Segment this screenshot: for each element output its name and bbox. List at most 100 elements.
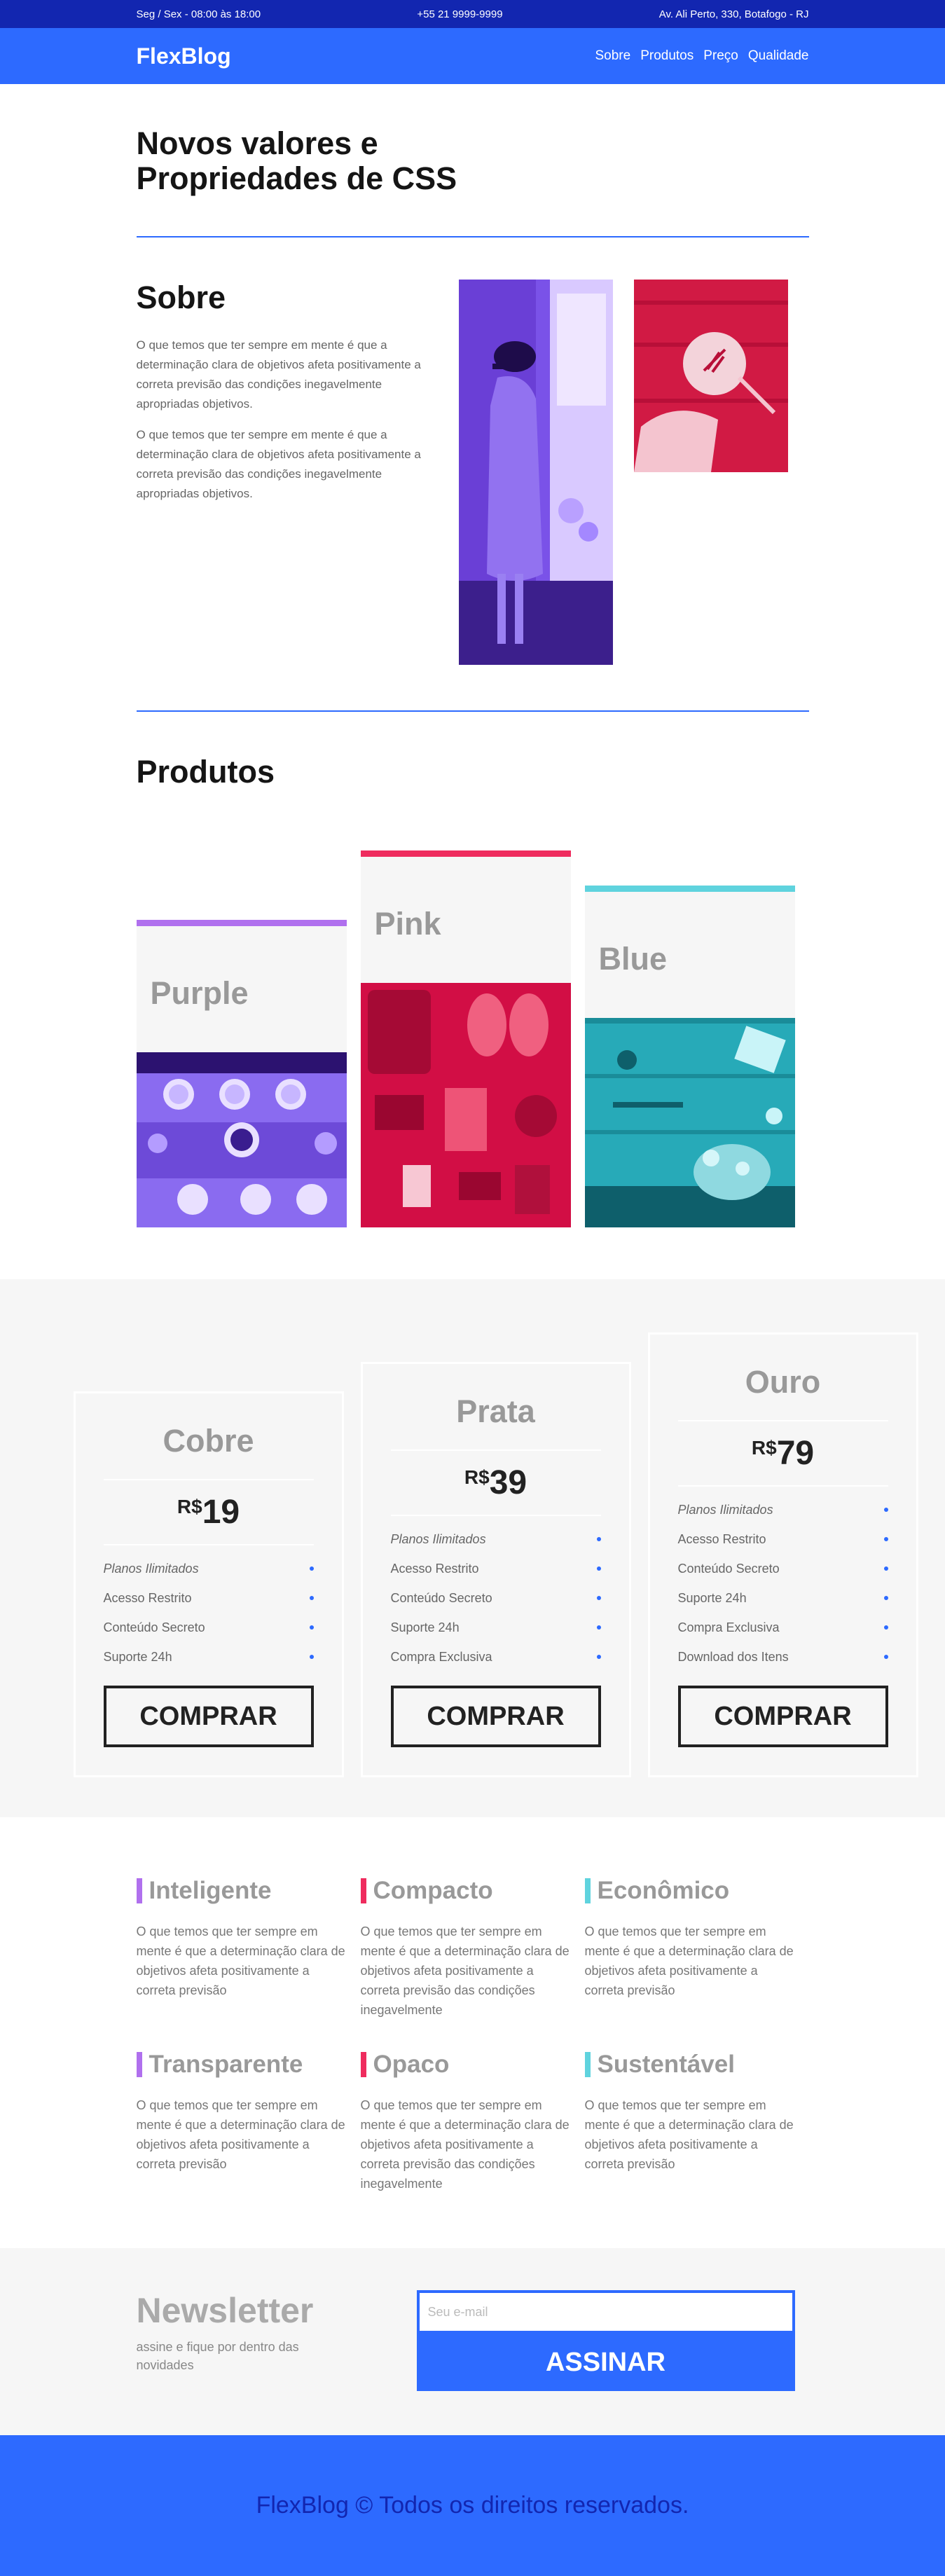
business-hours: Seg / Sex - 08:00 às 18:00 (136, 8, 261, 20)
bullet-icon (596, 1596, 601, 1600)
phone-number: +55 21 9999-9999 (417, 8, 503, 20)
feature-title: Opaco (360, 2051, 571, 2079)
plan-feature: Compra Exclusiva (678, 1613, 888, 1642)
plan-feature: Planos Ilimitados (104, 1554, 314, 1583)
nav-link-qualidade[interactable]: Qualidade (748, 48, 809, 64)
feature-mark (136, 1878, 142, 1903)
plan-name: Prata (390, 1364, 601, 1451)
about-section: Sobre O que temos que ter sempre em ment… (137, 237, 809, 710)
currency-symbol: R$ (751, 1437, 777, 1459)
newsletter-title: Newsletter (136, 2291, 314, 2330)
product-card-purple[interactable]: Purple (136, 920, 347, 1227)
site-footer: FlexBlog © Todos os direitos reservados. (0, 2435, 945, 2576)
plan-feature-list: Planos Ilimitados Acesso Restrito Conteú… (678, 1487, 888, 1672)
table-setting-photo (136, 1052, 347, 1227)
plan-feature: Planos Ilimitados (391, 1524, 601, 1554)
desk-flowers-photo (584, 1018, 795, 1227)
plan-feature: Suporte 24h (104, 1642, 314, 1672)
plan-feature: Acesso Restrito (104, 1583, 314, 1613)
bullet-icon (883, 1596, 888, 1600)
plan-price: R$79 (677, 1421, 888, 1487)
top-info-bar: Seg / Sex - 08:00 às 18:00 +55 21 9999-9… (0, 0, 945, 28)
plan-feature: Acesso Restrito (678, 1524, 888, 1554)
bullet-icon (596, 1537, 601, 1541)
about-paragraph: O que temos que ter sempre em mente é qu… (136, 428, 421, 500)
plan-name: Ouro (677, 1335, 888, 1421)
plan-feature: Planos Ilimitados (678, 1495, 888, 1524)
feature-item: Sustentável O que temos que ter sempre e… (584, 2051, 795, 2174)
buy-button-ouro[interactable]: COMPRAR (677, 1686, 888, 1747)
feature-item: Econômico O que temos que ter sempre em … (584, 1877, 795, 2000)
feature-mark (360, 2052, 366, 2077)
product-color-bar (360, 850, 571, 857)
feature-text: O que temos que ter sempre em mente é qu… (136, 1924, 345, 1997)
price-value: 19 (202, 1494, 240, 1531)
bullet-icon (596, 1625, 601, 1630)
plan-feature: Conteúdo Secreto (391, 1583, 601, 1613)
nav-link-sobre[interactable]: Sobre (595, 48, 630, 64)
feature-item: Compacto O que temos que ter sempre em m… (360, 1877, 571, 2020)
product-name: Blue (598, 941, 668, 977)
plan-feature: Suporte 24h (678, 1583, 888, 1613)
feature-mark (136, 2052, 142, 2077)
site-logo[interactable]: FlexBlog (137, 43, 231, 69)
plan-feature-list: Planos Ilimitados Acesso Restrito Conteú… (391, 1516, 601, 1672)
feature-title: Compacto (360, 1877, 571, 1905)
feature-text: O que temos que ter sempre em mente é qu… (136, 2098, 345, 2171)
plan-card-cobre: Cobre R$19 Planos Ilimitados Acesso Rest… (73, 1391, 344, 1777)
newsletter-subtitle: assine e fique por dentro das novidades (136, 2340, 299, 2372)
hero-section: Novos valores e Propriedades de CSS (0, 84, 945, 236)
bullet-icon (309, 1566, 314, 1571)
bullet-icon (309, 1596, 314, 1600)
price-value: 39 (489, 1464, 527, 1501)
plan-card-prata: Prata R$39 Planos Ilimitados Acesso Rest… (360, 1362, 631, 1777)
feature-title: Transparente (136, 2051, 347, 2079)
about-paragraph: O que temos que ter sempre em mente é qu… (136, 338, 421, 411)
travel-gear-photo (360, 983, 571, 1227)
product-card-blue[interactable]: Blue (584, 886, 795, 1227)
feature-item: Inteligente O que temos que ter sempre e… (136, 1877, 347, 2000)
plan-name: Cobre (103, 1393, 314, 1480)
subscribe-button[interactable]: ASSINAR (416, 2334, 795, 2391)
newsletter-form: ASSINAR (416, 2290, 795, 2391)
feature-mark (360, 1878, 366, 1903)
feature-title: Sustentável (584, 2051, 795, 2079)
feature-title: Inteligente (136, 1877, 347, 1905)
feature-text: O que temos que ter sempre em mente é qu… (584, 2098, 794, 2171)
plan-feature: Suporte 24h (391, 1613, 601, 1642)
bullet-icon (883, 1508, 888, 1512)
product-card-pink[interactable]: Pink (360, 850, 571, 1227)
buy-button-prata[interactable]: COMPRAR (390, 1686, 601, 1747)
bullet-icon (883, 1625, 888, 1630)
bullet-icon (596, 1655, 601, 1659)
hands-flower-photo (633, 280, 788, 472)
plan-feature-list: Planos Ilimitados Acesso Restrito Conteú… (104, 1545, 314, 1672)
features-section: Inteligente O que temos que ter sempre e… (136, 1817, 809, 2248)
products-section: Produtos Purple Pink Blue (136, 712, 809, 1279)
feature-text: O que temos que ter sempre em mente é qu… (360, 2098, 570, 2191)
bullet-icon (883, 1655, 888, 1659)
plan-feature: Conteúdo Secreto (678, 1554, 888, 1583)
nav-link-preco[interactable]: Preço (703, 48, 738, 64)
plan-feature: Compra Exclusiva (391, 1642, 601, 1672)
bullet-icon (883, 1566, 888, 1571)
product-color-bar (136, 920, 347, 926)
site-header: FlexBlog Sobre Produtos Preço Qualidade (0, 28, 945, 84)
buy-button-cobre[interactable]: COMPRAR (103, 1686, 314, 1747)
address: Av. Ali Perto, 330, Botafogo - RJ (658, 8, 809, 20)
email-input[interactable] (416, 2290, 795, 2334)
about-text: Sobre O que temos que ter sempre em ment… (137, 280, 431, 515)
plan-card-ouro: Ouro R$79 Planos Ilimitados Acesso Restr… (647, 1332, 918, 1777)
product-color-bar (584, 886, 795, 892)
plan-feature: Acesso Restrito (391, 1554, 601, 1583)
feature-text: O que temos que ter sempre em mente é qu… (584, 1924, 794, 1997)
newsletter-section: Newsletter assine e fique por dentro das… (0, 2248, 945, 2435)
price-value: 79 (776, 1435, 815, 1472)
woman-window-photo (458, 280, 613, 665)
plan-price: R$19 (103, 1480, 314, 1545)
copyright-text: FlexBlog © Todos os direitos reservados. (256, 2492, 689, 2519)
products-title: Produtos (136, 754, 275, 790)
hero-title: Novos valores e Propriedades de CSS (136, 125, 457, 196)
nav-link-produtos[interactable]: Produtos (640, 48, 694, 64)
plan-price: R$39 (390, 1451, 601, 1516)
